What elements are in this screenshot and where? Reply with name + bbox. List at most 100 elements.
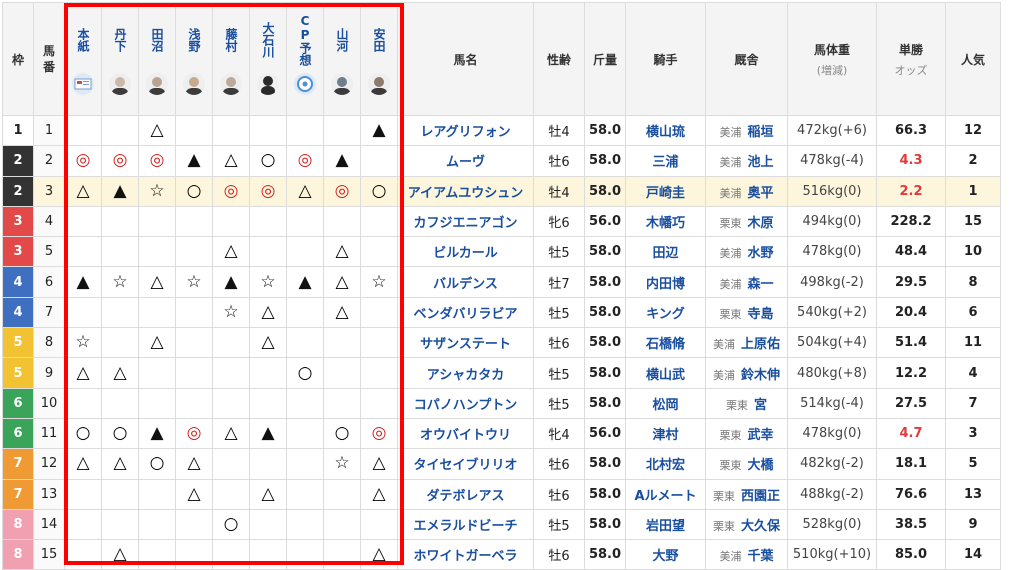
horse-name-link[interactable]: ダテボレアス bbox=[397, 478, 534, 510]
prediction-mark: △ bbox=[76, 362, 90, 383]
prediction-cell: ▲ bbox=[101, 175, 139, 207]
horse-name-link[interactable]: アイアムユウシュン bbox=[397, 175, 534, 207]
prediction-cell bbox=[249, 539, 287, 570]
frame-number: 7 bbox=[2, 478, 34, 510]
prediction-cell: △ bbox=[360, 448, 398, 480]
trainer-link[interactable]: 鈴木伸 bbox=[741, 368, 780, 383]
body-weight-header-sublabel: (増減) bbox=[816, 63, 848, 77]
prediction-mark: △ bbox=[76, 180, 90, 201]
prediction-mark: ▲ bbox=[372, 120, 386, 141]
person-icon bbox=[368, 73, 390, 95]
win-odds: 38.5 bbox=[876, 508, 946, 541]
horse-name-link[interactable]: タイセイブリリオ bbox=[397, 448, 534, 480]
horse-name-link[interactable]: ベンダバリラビア bbox=[397, 296, 534, 329]
horse-name-link[interactable]: バルデンス bbox=[397, 266, 534, 298]
horse-name-link[interactable]: オウバイトウリ bbox=[397, 417, 534, 450]
jockey-link[interactable]: 戸崎圭 bbox=[625, 175, 706, 207]
trainer-link[interactable]: 宮 bbox=[754, 398, 767, 413]
jockey-link[interactable]: 田辺 bbox=[625, 236, 706, 268]
prediction-cell: △ bbox=[212, 236, 250, 268]
prediction-cell: ○ bbox=[175, 175, 213, 207]
horse-name-link[interactable]: サザンステート bbox=[397, 327, 534, 359]
jockey-link[interactable]: キング bbox=[625, 296, 706, 329]
jockey-link[interactable]: 横山武 bbox=[625, 357, 706, 389]
jockey-link[interactable]: 石橋脩 bbox=[625, 327, 706, 359]
prediction-cell bbox=[323, 508, 361, 541]
prediction-mark: ○ bbox=[371, 180, 387, 201]
table-row: 7 12 △ △ ○ △ ☆ △ タイセイブリリオ 牡6 58.0 北村宏 栗東 大橋 482kg(-2) 1… bbox=[2, 448, 1001, 480]
body-weight: 504kg(+4) bbox=[787, 327, 877, 359]
prediction-mark: △ bbox=[335, 271, 349, 292]
prediction-mark: ▲ bbox=[298, 271, 312, 292]
jockey-link[interactable]: 津村 bbox=[625, 417, 706, 450]
stable-cell: 美浦 奥平 bbox=[705, 175, 788, 207]
jockey-link[interactable]: 大野 bbox=[625, 539, 706, 570]
frame-number: 5 bbox=[2, 327, 34, 359]
table-row: 8 14 ○ エメラルドビーチ 牡5 58.0 岩田望 栗東 大久保 528kg(0) 38.5 9 bbox=[2, 508, 1001, 541]
jockey-link[interactable]: 松岡 bbox=[625, 387, 706, 419]
horse-name-link[interactable]: ビルカール bbox=[397, 236, 534, 268]
sex-age: 牡5 bbox=[533, 236, 585, 268]
body-weight: 488kg(-2) bbox=[787, 478, 877, 510]
prediction-mark: ☆ bbox=[112, 271, 128, 292]
waku-header: 枠 bbox=[2, 2, 34, 116]
prediction-mark: △ bbox=[372, 483, 386, 504]
horse-name-link[interactable]: カフジエニアゴン bbox=[397, 205, 534, 238]
frame-number: 2 bbox=[2, 145, 34, 177]
trainer-link[interactable]: 寺島 bbox=[747, 307, 773, 322]
jockey-link[interactable]: 内田博 bbox=[625, 266, 706, 298]
prediction-cell bbox=[249, 387, 287, 419]
trainer-link[interactable]: 西園正 bbox=[741, 489, 780, 504]
prediction-cell bbox=[138, 387, 176, 419]
trainer-link[interactable]: 大久保 bbox=[741, 519, 780, 534]
weight-carried: 58.0 bbox=[584, 508, 626, 541]
trainer-link[interactable]: 池上 bbox=[747, 155, 773, 170]
prediction-cell bbox=[286, 114, 324, 147]
popularity-rank: 9 bbox=[945, 508, 1001, 541]
weight-carried: 58.0 bbox=[584, 145, 626, 177]
trainer-link[interactable]: 森一 bbox=[747, 277, 773, 292]
jockey-link[interactable]: Aルメート bbox=[625, 478, 706, 510]
horse-number: 7 bbox=[33, 296, 65, 329]
weight-carried: 58.0 bbox=[584, 448, 626, 480]
table-row: 1 1 △ ▲ レアグリフォン 牡4 58.0 横山琉 美浦 稲垣 472kg(+6) 66.3 12 bbox=[2, 114, 1001, 147]
trainer-link[interactable]: 水野 bbox=[747, 246, 773, 261]
horse-name-link[interactable]: レアグリフォン bbox=[397, 114, 534, 147]
popularity-header-label: 人気 bbox=[960, 52, 985, 67]
prediction-mark: △ bbox=[372, 544, 386, 565]
trainer-link[interactable]: 武幸 bbox=[747, 428, 773, 443]
win-odds: 4.3 bbox=[876, 145, 946, 177]
stable-location: 美浦 bbox=[719, 126, 742, 140]
horse-name-link[interactable]: ホワイトガーベラ bbox=[397, 539, 534, 570]
prediction-cell bbox=[64, 114, 102, 147]
trainer-link[interactable]: 奥平 bbox=[747, 186, 773, 201]
prediction-mark: △ bbox=[113, 544, 127, 565]
prediction-cell: ▲ bbox=[286, 266, 324, 298]
win-odds: 85.0 bbox=[876, 539, 946, 570]
horse-name-link[interactable]: アシャカタカ bbox=[397, 357, 534, 389]
trainer-link[interactable]: 稲垣 bbox=[747, 125, 773, 140]
win-odds-header-sublabel: オッズ bbox=[894, 63, 928, 77]
trainer-link[interactable]: 上原佑 bbox=[741, 337, 780, 352]
horse-name-link[interactable]: コパノハンプトン bbox=[397, 387, 534, 419]
trainer-link[interactable]: 千葉 bbox=[747, 549, 773, 564]
trainer-link[interactable]: 木原 bbox=[747, 216, 773, 231]
win-odds: 66.3 bbox=[876, 114, 946, 147]
horse-name-link[interactable]: ムーヴ bbox=[397, 145, 534, 177]
jockey-link[interactable]: 木幡巧 bbox=[625, 205, 706, 238]
prediction-cell bbox=[286, 539, 324, 570]
jockey-link[interactable]: 横山琉 bbox=[625, 114, 706, 147]
sex-age: 牡6 bbox=[533, 478, 585, 510]
prediction-cell bbox=[212, 448, 250, 480]
popularity-rank: 13 bbox=[945, 478, 1001, 510]
jockey-link[interactable]: 岩田望 bbox=[625, 508, 706, 541]
table-row: 2 3 △ ▲ ☆ ○ ◎ ◎ △ ◎ ○ アイアムユウシュン 牡4 58.0 戸崎圭 美浦 奥平 516kg(0… bbox=[2, 175, 1001, 207]
jockey-link[interactable]: 北村宏 bbox=[625, 448, 706, 480]
weight-carried-header-label: 斤量 bbox=[592, 52, 617, 67]
jockey-link[interactable]: 三浦 bbox=[625, 145, 706, 177]
horse-name-link[interactable]: エメラルドビーチ bbox=[397, 508, 534, 541]
trainer-link[interactable]: 大橋 bbox=[747, 458, 773, 473]
stable-location: 栗東 bbox=[725, 398, 748, 412]
frame-number: 6 bbox=[2, 387, 34, 419]
popularity-rank: 3 bbox=[945, 417, 1001, 450]
